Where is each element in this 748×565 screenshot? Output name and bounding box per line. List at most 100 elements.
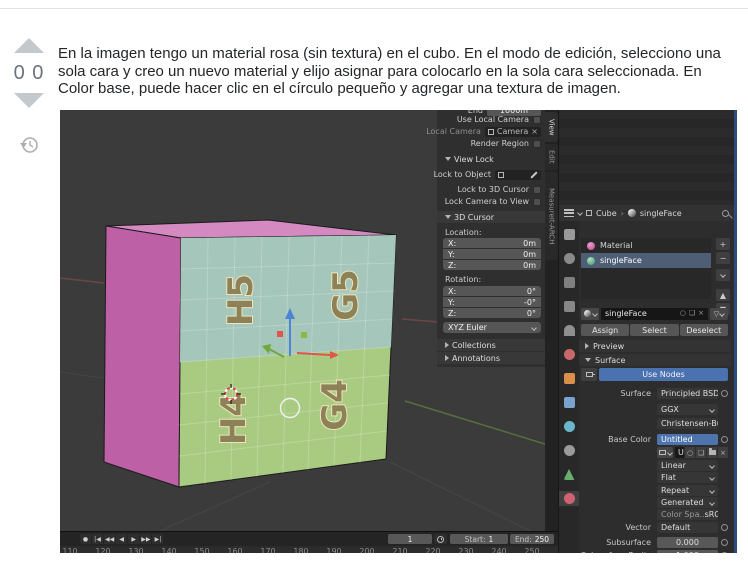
3d-cursor-header[interactable]: 3D Cursor — [437, 211, 545, 223]
editor-type-icon[interactable] — [564, 209, 574, 217]
material-name-field[interactable]: singleFace ○ ❏ × — [601, 307, 708, 320]
tab-view[interactable]: View — [545, 112, 558, 142]
source-dropdown[interactable]: Generated — [657, 497, 718, 508]
jump-to-end-button[interactable]: ▶| — [152, 534, 164, 544]
tab-scene[interactable] — [559, 323, 579, 338]
assign-button[interactable]: Assign — [581, 324, 630, 336]
tab-physics[interactable] — [559, 419, 579, 434]
vector-dropdown[interactable]: Default — [657, 522, 718, 533]
animate-dot[interactable] — [721, 390, 728, 397]
lock-3d-cursor-checkbox[interactable] — [533, 185, 541, 194]
browse-material-button[interactable] — [581, 307, 599, 320]
animate-dot[interactable] — [721, 436, 728, 443]
next-keyframe-button[interactable]: ▶▶ — [140, 534, 152, 544]
filter-funnel-icon[interactable]: ▽ — [710, 307, 728, 320]
rotation-mode-dropdown[interactable]: XYZ Euler — [443, 322, 541, 333]
cursor-rotation-z[interactable]: Z: 0° — [443, 308, 541, 318]
local-camera-field[interactable]: Camera × — [484, 126, 541, 137]
tab-view-layer[interactable] — [559, 299, 579, 314]
frame-start-field[interactable]: Start: 1 — [450, 534, 508, 544]
face-label-g4: G4 — [315, 379, 355, 431]
tab-edit[interactable]: Edit — [545, 144, 558, 170]
unlink-image-icon[interactable]: × — [718, 447, 728, 458]
browse-image-button[interactable] — [657, 447, 673, 458]
tab-tool[interactable] — [559, 227, 579, 242]
deselect-button[interactable]: Deselect — [679, 324, 728, 336]
render-region-checkbox[interactable] — [533, 139, 541, 148]
jump-to-start-button[interactable]: |◀ — [92, 534, 103, 544]
tab-modifiers[interactable] — [559, 395, 579, 410]
gizmo-plane-handle-green[interactable] — [301, 332, 307, 338]
subsurface-method-dropdown[interactable]: Christensen-Burley — [657, 418, 718, 429]
open-image-icon[interactable] — [707, 447, 717, 458]
tab-world[interactable] — [559, 347, 579, 362]
use-local-camera-checkbox[interactable] — [533, 115, 541, 124]
color-space-dropdown[interactable]: Color Spa.. sRGB — [657, 509, 718, 520]
interpolation-dropdown[interactable]: Linear — [657, 460, 718, 471]
move-slot-up-button[interactable]: ▲ — [716, 289, 730, 301]
extension-dropdown[interactable]: Repeat — [657, 485, 718, 496]
cursor-rotation-y[interactable]: Y: -0° — [443, 297, 541, 307]
fake-user-icon[interactable]: ○ — [680, 310, 686, 317]
cursor-location-x[interactable]: X: 0m — [443, 238, 541, 248]
divider — [0, 8, 748, 9]
annotations-header[interactable]: Annotations — [437, 352, 545, 364]
cube[interactable]: H5 G5 H4 G4 — [103, 219, 397, 488]
frame-end-field[interactable]: End: 250 — [510, 534, 554, 544]
cursor-rotation-x[interactable]: X: 0° — [443, 286, 541, 296]
auto-key-button[interactable]: ● — [80, 534, 91, 544]
use-nodes-button[interactable]: Use Nodes — [599, 368, 728, 381]
tab-measureit-arch[interactable]: MeasureIt-ARCH — [545, 172, 558, 260]
remove-slot-button[interactable]: − — [716, 252, 730, 264]
lock-camera-view-checkbox[interactable] — [533, 197, 541, 206]
collections-header[interactable]: Collections — [437, 339, 545, 351]
select-button[interactable]: Select — [630, 324, 679, 336]
projection-dropdown[interactable]: Flat — [657, 472, 718, 483]
surface-shader-dropdown[interactable]: Principled BSDF — [657, 388, 718, 399]
unlink-icon[interactable]: × — [698, 310, 704, 317]
slot-specials-button[interactable] — [716, 269, 730, 281]
cursor-location-y[interactable]: Y: 0m — [443, 249, 541, 259]
tab-render[interactable] — [559, 251, 579, 266]
preview-panel-header[interactable]: Preview — [579, 340, 731, 352]
outliner-panel[interactable] — [558, 110, 734, 205]
gizmo-plane-handle-red[interactable] — [277, 331, 283, 337]
tab-output[interactable] — [559, 275, 579, 290]
tab-object-data[interactable] — [559, 467, 579, 482]
eyedropper-icon[interactable] — [530, 170, 538, 179]
animate-dot[interactable] — [721, 539, 728, 546]
tab-material[interactable] — [559, 491, 579, 506]
add-slot-button[interactable]: + — [716, 238, 730, 250]
surface-panel-header[interactable]: Surface — [579, 354, 731, 366]
image-name-field[interactable]: Untitled — [675, 447, 684, 458]
material-slot-selected[interactable]: singleFace — [581, 253, 711, 268]
play-button[interactable]: ▶ — [128, 534, 140, 544]
vote-count: 0 0 — [13, 62, 45, 84]
tab-object[interactable] — [559, 371, 579, 386]
clear-icon[interactable]: × — [531, 127, 538, 136]
tab-constraints[interactable] — [559, 443, 579, 458]
pin-icon[interactable] — [722, 209, 729, 217]
blender-screenshot: H5 G5 H4 G4 End 1000m Use Local Camera L… — [60, 110, 737, 553]
vote-down-button[interactable] — [14, 93, 44, 108]
material-slot[interactable]: Material — [581, 238, 711, 253]
play-reverse-button[interactable]: ◀ — [116, 534, 128, 544]
new-material-icon[interactable]: ❏ — [689, 310, 695, 317]
copy-image-icon[interactable]: ❏ — [696, 447, 706, 458]
view-lock-header[interactable]: View Lock — [437, 153, 545, 165]
distribution-dropdown[interactable]: GGX — [657, 404, 718, 415]
animate-dot[interactable] — [721, 524, 728, 531]
timecode-clock-icon[interactable] — [434, 534, 447, 544]
subsurface-slider[interactable]: 0.000 — [657, 537, 718, 548]
animate-dot[interactable] — [721, 552, 728, 553]
timeline-ruler[interactable]: 110 120 130 140 150 160 170 180 190 200 … — [60, 546, 558, 553]
base-color-value[interactable]: Untitled — [657, 434, 718, 445]
prev-keyframe-button[interactable]: ◀◀ — [104, 534, 116, 544]
current-frame-field[interactable]: 1 — [388, 534, 432, 544]
cursor-location-z[interactable]: Z: 0m — [443, 260, 541, 270]
fake-user-icon[interactable]: ○ — [685, 447, 695, 458]
vote-up-button[interactable] — [14, 38, 44, 53]
lock-to-object-field[interactable] — [495, 169, 541, 180]
subsurface-radius-slider-1[interactable]: 1.000 — [657, 550, 718, 553]
edit-history-icon[interactable] — [18, 134, 40, 161]
